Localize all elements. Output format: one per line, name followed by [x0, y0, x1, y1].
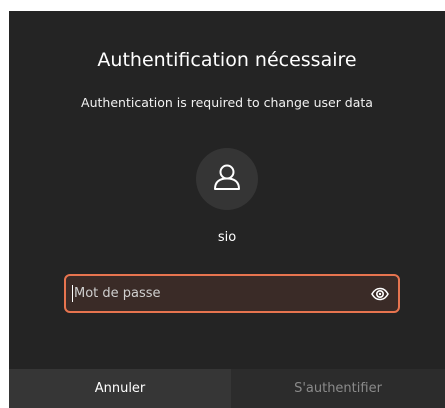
- password-input[interactable]: [74, 276, 354, 311]
- cancel-button[interactable]: Annuler: [9, 369, 231, 408]
- username-label: sio: [217, 230, 237, 245]
- eye-icon[interactable]: [370, 284, 390, 304]
- authentication-dialog: Authentification nécessaire Authenticati…: [9, 11, 445, 408]
- user-icon: [214, 164, 240, 190]
- dialog-message: Authentication is required to change use…: [81, 95, 373, 110]
- text-caret: [72, 285, 73, 302]
- avatar: [196, 148, 258, 210]
- password-field[interactable]: [64, 274, 400, 313]
- dialog-title: Authentification nécessaire: [97, 49, 357, 71]
- authenticate-button[interactable]: S'authentifier: [231, 369, 445, 408]
- dialog-footer: Annuler S'authentifier: [9, 369, 445, 408]
